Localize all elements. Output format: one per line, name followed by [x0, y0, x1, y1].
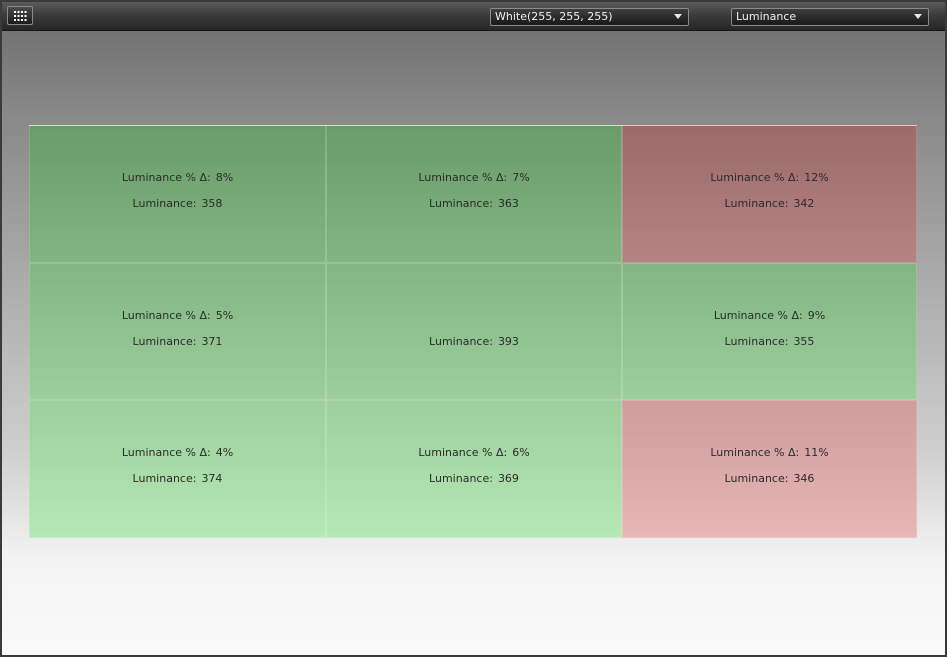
- luminance-delta-text: Luminance % Δ: 11%: [623, 446, 916, 459]
- luminance-value-text: Luminance: 371: [30, 335, 325, 348]
- luminance-value-text: Luminance: 355: [623, 335, 916, 348]
- luminance-delta-value: 11%: [804, 446, 829, 459]
- luminance-value-text: Luminance: 393: [327, 335, 621, 348]
- grid-cell-r2-c2: Luminance % Δ: 11% Luminance: 346: [622, 400, 917, 538]
- luminance-value: 369: [497, 472, 519, 485]
- luminance-delta-value: 4%: [215, 446, 234, 459]
- chevron-down-icon: [674, 14, 682, 19]
- luminance-value: 374: [201, 472, 223, 485]
- luminance-delta-label: Luminance % Δ:: [121, 309, 211, 322]
- luminance-label: Luminance:: [724, 472, 789, 485]
- luminance-value-text: Luminance: 346: [623, 472, 916, 485]
- luminance-label: Luminance:: [724, 335, 789, 348]
- chevron-down-icon: [914, 14, 922, 19]
- luminance-delta-value: 12%: [804, 171, 829, 184]
- luminance-label: Luminance:: [724, 197, 789, 210]
- luminance-value: 363: [497, 197, 519, 210]
- luminance-value: 346: [793, 472, 815, 485]
- luminance-value: 355: [793, 335, 815, 348]
- luminance-value-text: Luminance: 363: [327, 197, 621, 210]
- grid-icon: [14, 11, 27, 21]
- luminance-label: Luminance:: [132, 472, 197, 485]
- luminance-value-text: Luminance: 374: [30, 472, 325, 485]
- grid-cell-r1-c0: Luminance % Δ: 5% Luminance: 371: [29, 263, 326, 400]
- luminance-delta-text: Luminance % Δ: 7%: [327, 171, 621, 184]
- luminance-label: Luminance:: [429, 472, 493, 485]
- metric-select[interactable]: Luminance: [731, 8, 929, 26]
- luminance-value: 393: [497, 335, 519, 348]
- luminance-delta-label: Luminance % Δ:: [121, 446, 211, 459]
- grid-cell-r0-c0: Luminance % Δ: 8% Luminance: 358: [29, 125, 326, 263]
- luminance-delta-label: Luminance % Δ:: [710, 171, 800, 184]
- grid-cell-r1-c1: Luminance: 393: [326, 263, 622, 400]
- metric-select-value: Luminance: [736, 10, 797, 23]
- luminance-value-text: Luminance: 358: [30, 197, 325, 210]
- luminance-delta-value: 5%: [215, 309, 234, 322]
- color-select[interactable]: White(255, 255, 255): [490, 8, 689, 26]
- luminance-value: 371: [201, 335, 223, 348]
- app-window: White(255, 255, 255) Luminance Luminance…: [0, 0, 947, 657]
- grid-layout-button[interactable]: [7, 6, 33, 25]
- luminance-value-text: Luminance: 369: [327, 472, 621, 485]
- toolbar: White(255, 255, 255) Luminance: [2, 2, 945, 31]
- grid-cell-r0-c2: Luminance % Δ: 12% Luminance: 342: [622, 125, 917, 263]
- luminance-label: Luminance:: [132, 197, 197, 210]
- luminance-value-text: Luminance: 342: [623, 197, 916, 210]
- grid-cell-r0-c1: Luminance % Δ: 7% Luminance: 363: [326, 125, 622, 263]
- luminance-label: Luminance:: [429, 335, 493, 348]
- luminance-value: 358: [201, 197, 223, 210]
- luminance-delta-value: 7%: [512, 171, 530, 184]
- luminance-delta-value: 6%: [512, 446, 530, 459]
- grid-cell-r2-c0: Luminance % Δ: 4% Luminance: 374: [29, 400, 326, 538]
- grid-cell-r1-c2: Luminance % Δ: 9% Luminance: 355: [622, 263, 917, 400]
- luminance-delta-text: Luminance % Δ: 9%: [623, 309, 916, 322]
- grid-cell-r2-c1: Luminance % Δ: 6% Luminance: 369: [326, 400, 622, 538]
- uniformity-grid: Luminance % Δ: 8% Luminance: 358 Luminance %…: [29, 125, 917, 538]
- luminance-delta-text: Luminance % Δ: 4%: [30, 446, 325, 459]
- luminance-delta-label: Luminance % Δ:: [713, 309, 803, 322]
- luminance-delta-text: Luminance % Δ: 12%: [623, 171, 916, 184]
- luminance-delta-value: 9%: [807, 309, 826, 322]
- luminance-delta-text: Luminance % Δ: 5%: [30, 309, 325, 322]
- luminance-label: Luminance:: [429, 197, 493, 210]
- color-select-value: White(255, 255, 255): [495, 10, 613, 23]
- luminance-delta-text: Luminance % Δ: 8%: [30, 171, 325, 184]
- luminance-delta-label: Luminance % Δ:: [418, 171, 508, 184]
- luminance-label: Luminance:: [132, 335, 197, 348]
- luminance-delta-label: Luminance % Δ:: [710, 446, 800, 459]
- luminance-delta-text: Luminance % Δ: 6%: [327, 446, 621, 459]
- luminance-value: 342: [793, 197, 815, 210]
- luminance-delta-label: Luminance % Δ:: [418, 446, 508, 459]
- luminance-delta-value: 8%: [215, 171, 234, 184]
- luminance-delta-label: Luminance % Δ:: [121, 171, 211, 184]
